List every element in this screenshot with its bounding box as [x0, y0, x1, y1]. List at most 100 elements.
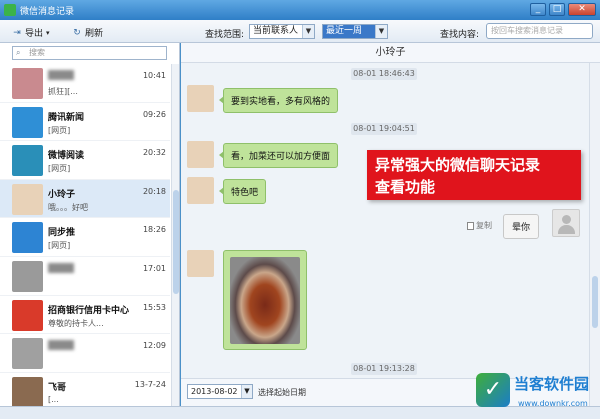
chat-header: 小玲子	[181, 43, 600, 63]
watermark-brand: 当客软件园	[514, 375, 590, 393]
timestamp: 08-01 18:46:43	[351, 68, 417, 80]
copy-icon	[467, 221, 474, 230]
contact-name: 腾讯新闻	[48, 112, 85, 123]
chevron-down-icon: ▼	[241, 385, 252, 398]
chevron-down-icon: ▾	[46, 28, 50, 37]
contact-row[interactable]: 飞哥 [... 13-7-24	[0, 373, 170, 406]
contact-last-message: [网页]	[48, 164, 71, 174]
contact-name: 飞哥	[48, 382, 67, 393]
date-label: 选择起始日期	[258, 388, 306, 397]
copy-label: 复制	[476, 221, 492, 230]
avatar	[12, 145, 43, 177]
downkr-logo-icon: ✓	[476, 373, 510, 407]
content-label: 查找内容:	[440, 30, 480, 40]
contact-row[interactable]: 抓狂][... 10:41	[0, 64, 170, 103]
message-bubble[interactable]: 要到实地看，多有风格的	[218, 88, 339, 113]
contact-time: 09:26	[142, 109, 166, 119]
contact-time: 20:18	[142, 186, 166, 196]
window-title: 微信消息记录	[20, 7, 75, 17]
contact-name: 小玲子	[48, 189, 76, 200]
contact-row[interactable]: 微博阅读 [网页] 20:32	[0, 141, 170, 180]
message-bubble[interactable]: 特色吧	[218, 179, 267, 204]
contact-name: 同步推	[48, 228, 76, 239]
avatar	[12, 68, 43, 99]
contact-panel: ⌕ 搜索 抓狂][... 10:41 腾讯新闻 [网页] 09:26 微博阅读 [网页] 20…	[0, 43, 180, 406]
contact-avatar	[187, 250, 214, 277]
export-label: 导出	[25, 29, 44, 39]
contact-time: 20:32	[142, 148, 166, 158]
refresh-label: 刷新	[85, 29, 104, 39]
title-bar: 微信消息记录 _ □ ✕	[0, 0, 600, 20]
scroll-thumb[interactable]	[592, 276, 598, 328]
period-value: 最近一周	[326, 26, 363, 36]
contact-time: 17:01	[142, 263, 166, 273]
search-icon: ⌕	[16, 48, 21, 57]
wechat-icon	[4, 4, 16, 16]
contact-row[interactable]: 17:01	[0, 257, 170, 296]
contact-last-message: [网页]	[48, 125, 71, 135]
contact-scope-select[interactable]: 当前联系人 ▼	[249, 24, 315, 39]
export-icon: ⇥	[13, 27, 21, 38]
toolbar: ⇥ 导出 ▾ ↻ 刷新 查找范围: 当前联系人 ▼ 最近一周 ▼ 查找内容: 按…	[0, 20, 600, 43]
timestamp: 08-01 19:13:28	[351, 363, 417, 375]
contact-row[interactable]: 招商银行信用卡中心 尊敬的持卡人... 15:53	[0, 296, 170, 335]
contact-time: 18:26	[142, 225, 166, 235]
chat-area: 08-01 18:46:43 要到实地看，多有风格的 08-01 19:04:5…	[181, 63, 589, 378]
watermark-url: www.downkr.com	[518, 399, 588, 408]
message-bubble[interactable]: 看，加菜还可以加方便面	[218, 143, 339, 168]
contact-time: 12:09	[142, 341, 166, 351]
contact-list: 抓狂][... 10:41 腾讯新闻 [网页] 09:26 微博阅读 [网页] 20:32 小玲…	[0, 64, 170, 406]
date-picker[interactable]: 2013-08-02 ▼	[187, 384, 253, 399]
contact-time: 10:41	[142, 71, 166, 80]
contact-scrollbar[interactable]	[171, 64, 179, 406]
chevron-down-icon: ▼	[375, 25, 387, 38]
avatar	[12, 260, 43, 292]
avatar	[12, 183, 43, 215]
chat-scrollbar[interactable]	[589, 63, 600, 406]
annotation-line2: 查看功能	[375, 178, 436, 196]
contact-last-message: [...	[48, 394, 59, 404]
user-icon-head	[562, 215, 571, 224]
contact-name: 微博阅读	[48, 151, 85, 162]
blurred-name	[48, 340, 74, 351]
user-icon-body	[558, 225, 575, 234]
contact-last-message: 抓狂][...	[48, 87, 78, 96]
date-value: 2013-08-02	[191, 387, 238, 396]
contact-scope-value: 当前联系人	[253, 26, 299, 36]
refresh-icon: ↻	[73, 27, 81, 38]
contact-time: 15:53	[142, 302, 166, 312]
avatar	[12, 338, 43, 370]
self-message-bubble[interactable]: 晕你	[503, 214, 540, 239]
contact-last-message: 尊敬的持卡人...	[48, 318, 104, 328]
maximize-button[interactable]: □	[549, 3, 565, 16]
refresh-button[interactable]: ↻ 刷新	[72, 26, 104, 40]
contact-row[interactable]: 腾讯新闻 [网页] 09:26	[0, 103, 170, 142]
contact-row[interactable]: 小玲子哦。。。好吧 20:18	[0, 179, 170, 219]
scroll-thumb[interactable]	[173, 190, 179, 294]
avatar	[12, 299, 43, 331]
export-button[interactable]: ⇥ 导出 ▾	[12, 26, 50, 40]
contact-avatar	[187, 85, 214, 112]
avatar	[12, 106, 43, 138]
image-message[interactable]	[223, 250, 307, 350]
contact-row[interactable]: 同步推 [网页] 18:26	[0, 218, 170, 257]
contact-avatar	[187, 141, 214, 168]
chevron-down-icon: ▼	[302, 25, 314, 38]
close-button[interactable]: ✕	[568, 3, 596, 16]
period-select[interactable]: 最近一周 ▼	[322, 24, 388, 39]
self-avatar	[552, 209, 580, 237]
annotation-line1: 异常强大的微信聊天记录	[375, 156, 541, 174]
content-search-input[interactable]: 按回车搜索消息记录	[486, 23, 593, 39]
contact-last-message: 哦。。。好吧	[48, 202, 88, 212]
contact-search-placeholder: 搜索	[29, 48, 45, 57]
contact-search-input[interactable]: ⌕ 搜索	[12, 46, 167, 60]
contact-avatar	[187, 177, 214, 204]
minimize-button[interactable]: _	[530, 3, 546, 16]
contact-time: 13-7-24	[134, 379, 166, 389]
contact-row[interactable]: 12:09	[0, 334, 170, 373]
copy-button[interactable]: 复制	[467, 220, 492, 231]
timestamp: 08-01 19:04:51	[351, 123, 417, 135]
contact-name: 招商银行信用卡中心	[48, 305, 130, 316]
blurred-name	[48, 70, 74, 80]
avatar	[12, 376, 43, 406]
